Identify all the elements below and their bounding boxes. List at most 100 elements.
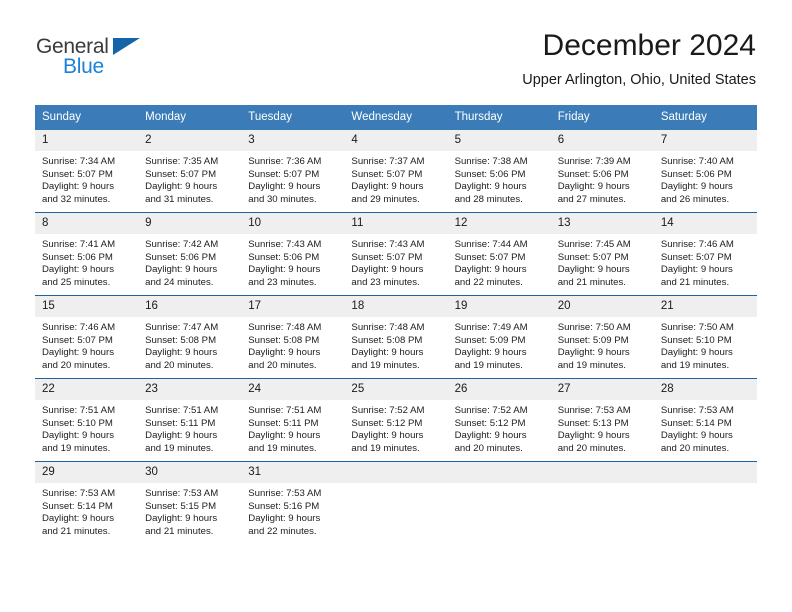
calendar-day-cell[interactable]: 26 Sunrise: 7:52 AM Sunset: 5:12 PM Dayl…	[447, 378, 551, 462]
daylight-text-line2: and 20 minutes.	[454, 442, 523, 454]
calendar-day-cell[interactable]: 13 Sunrise: 7:45 AM Sunset: 5:07 PM Dayl…	[550, 212, 654, 296]
generalblue-logo[interactable]: General Blue	[36, 36, 156, 84]
sunset-text: Sunset: 5:06 PM	[145, 251, 217, 263]
day-cell-content: 1 Sunrise: 7:34 AM Sunset: 5:07 PM Dayli…	[35, 130, 139, 212]
day-details: Sunrise: 7:36 AM Sunset: 5:07 PM Dayligh…	[241, 151, 344, 206]
calendar-day-cell[interactable]: 7 Sunrise: 7:40 AM Sunset: 5:06 PM Dayli…	[653, 130, 757, 213]
calendar-day-cell[interactable]: 24 Sunrise: 7:51 AM Sunset: 5:11 PM Dayl…	[241, 378, 345, 462]
calendar-day-cell[interactable]: 1 Sunrise: 7:34 AM Sunset: 5:07 PM Dayli…	[35, 130, 139, 213]
calendar-day-cell[interactable]: 29 Sunrise: 7:53 AM Sunset: 5:14 PM Dayl…	[35, 461, 139, 544]
day-number: 22	[35, 379, 139, 400]
day-details: Sunrise: 7:50 AM Sunset: 5:10 PM Dayligh…	[654, 317, 757, 372]
day-cell-content: 18 Sunrise: 7:48 AM Sunset: 5:08 PM Dayl…	[344, 296, 448, 378]
sunrise-text: Sunrise: 7:51 AM	[42, 405, 116, 416]
sunrise-text: Sunrise: 7:35 AM	[145, 156, 219, 167]
day-cell-content: 24 Sunrise: 7:51 AM Sunset: 5:11 PM Dayl…	[241, 379, 345, 461]
calendar-body: 1 Sunrise: 7:34 AM Sunset: 5:07 PM Dayli…	[35, 130, 757, 544]
calendar-day-cell[interactable]: 23 Sunrise: 7:51 AM Sunset: 5:11 PM Dayl…	[138, 378, 242, 462]
day-cell-content: 15 Sunrise: 7:46 AM Sunset: 5:07 PM Dayl…	[35, 296, 139, 378]
day-cell-content: 22 Sunrise: 7:51 AM Sunset: 5:10 PM Dayl…	[35, 379, 139, 461]
daylight-text-line2: and 31 minutes.	[145, 193, 214, 205]
sunrise-text: Sunrise: 7:46 AM	[660, 239, 734, 250]
day-cell-content: 20 Sunrise: 7:50 AM Sunset: 5:09 PM Dayl…	[550, 296, 654, 378]
calendar-day-cell[interactable]: 28 Sunrise: 7:53 AM Sunset: 5:14 PM Dayl…	[653, 378, 757, 462]
calendar-day-cell[interactable]: 16 Sunrise: 7:47 AM Sunset: 5:08 PM Dayl…	[138, 295, 242, 379]
logo-text-blue: Blue	[63, 55, 104, 78]
sunrise-text: Sunrise: 7:53 AM	[660, 405, 734, 416]
day-number: 21	[653, 296, 757, 317]
page-subtitle: Upper Arlington, Ohio, United States	[522, 72, 756, 88]
day-cell-content: 19 Sunrise: 7:49 AM Sunset: 5:09 PM Dayl…	[447, 296, 551, 378]
day-details: Sunrise: 7:53 AM Sunset: 5:16 PM Dayligh…	[241, 483, 344, 538]
day-number: 1	[35, 130, 139, 151]
sunset-text: Sunset: 5:07 PM	[248, 168, 320, 180]
day-number: 28	[653, 379, 757, 400]
day-cell-content: 29 Sunrise: 7:53 AM Sunset: 5:14 PM Dayl…	[35, 462, 139, 544]
calendar-day-cell[interactable]: 8 Sunrise: 7:41 AM Sunset: 5:06 PM Dayli…	[35, 212, 139, 296]
weekday-header-thursday: Thursday	[447, 105, 551, 130]
daylight-text-line2: and 25 minutes.	[42, 276, 111, 288]
daylight-text-line1: Daylight: 9 hours	[42, 513, 114, 525]
calendar-day-cell[interactable]: 25 Sunrise: 7:52 AM Sunset: 5:12 PM Dayl…	[344, 378, 448, 462]
daylight-text-line1: Daylight: 9 hours	[145, 264, 218, 276]
day-details: Sunrise: 7:37 AM Sunset: 5:07 PM Dayligh…	[344, 151, 447, 206]
daylight-text-line2: and 19 minutes.	[145, 442, 214, 454]
daylight-text-line2: and 21 minutes.	[660, 276, 730, 288]
daylight-text-line1: Daylight: 9 hours	[248, 264, 321, 276]
day-number: 7	[653, 130, 757, 151]
calendar-week-row: 15 Sunrise: 7:46 AM Sunset: 5:07 PM Dayl…	[35, 295, 757, 379]
calendar-day-cell-empty	[653, 461, 757, 544]
day-number: 11	[344, 213, 448, 234]
calendar-day-cell[interactable]: 18 Sunrise: 7:48 AM Sunset: 5:08 PM Dayl…	[344, 295, 448, 379]
day-cell-content: 8 Sunrise: 7:41 AM Sunset: 5:06 PM Dayli…	[35, 213, 139, 295]
calendar-day-cell[interactable]: 31 Sunrise: 7:53 AM Sunset: 5:16 PM Dayl…	[241, 461, 345, 544]
sunrise-text: Sunrise: 7:46 AM	[42, 322, 116, 333]
day-details: Sunrise: 7:53 AM Sunset: 5:14 PM Dayligh…	[35, 483, 138, 538]
calendar-day-cell[interactable]: 22 Sunrise: 7:51 AM Sunset: 5:10 PM Dayl…	[35, 378, 139, 462]
day-number-empty	[344, 462, 448, 483]
calendar-day-cell[interactable]: 20 Sunrise: 7:50 AM Sunset: 5:09 PM Dayl…	[550, 295, 654, 379]
day-number: 16	[138, 296, 242, 317]
calendar-day-cell[interactable]: 21 Sunrise: 7:50 AM Sunset: 5:10 PM Dayl…	[653, 295, 757, 379]
calendar-day-cell[interactable]: 4 Sunrise: 7:37 AM Sunset: 5:07 PM Dayli…	[344, 130, 448, 213]
day-number: 3	[241, 130, 345, 151]
sunset-text: Sunset: 5:14 PM	[660, 417, 732, 429]
calendar-day-cell[interactable]: 14 Sunrise: 7:46 AM Sunset: 5:07 PM Dayl…	[653, 212, 757, 296]
day-number: 12	[447, 213, 551, 234]
calendar-day-cell[interactable]: 5 Sunrise: 7:38 AM Sunset: 5:06 PM Dayli…	[447, 130, 551, 213]
day-details: Sunrise: 7:51 AM Sunset: 5:11 PM Dayligh…	[241, 400, 344, 455]
weekday-header-tuesday: Tuesday	[241, 105, 345, 130]
sunset-text: Sunset: 5:07 PM	[351, 168, 423, 180]
calendar-day-cell[interactable]: 27 Sunrise: 7:53 AM Sunset: 5:13 PM Dayl…	[550, 378, 654, 462]
daylight-text-line1: Daylight: 9 hours	[145, 513, 218, 525]
day-number-empty	[550, 462, 654, 483]
daylight-text-line2: and 23 minutes.	[351, 276, 420, 288]
day-number: 17	[241, 296, 345, 317]
sunrise-text: Sunrise: 7:53 AM	[42, 488, 116, 499]
daylight-text-line1: Daylight: 9 hours	[42, 430, 114, 442]
calendar-day-cell[interactable]: 2 Sunrise: 7:35 AM Sunset: 5:07 PM Dayli…	[138, 130, 242, 213]
calendar-day-cell[interactable]: 12 Sunrise: 7:44 AM Sunset: 5:07 PM Dayl…	[447, 212, 551, 296]
calendar-day-cell[interactable]: 3 Sunrise: 7:36 AM Sunset: 5:07 PM Dayli…	[241, 130, 345, 213]
sunset-text: Sunset: 5:06 PM	[42, 251, 113, 263]
day-number: 10	[241, 213, 345, 234]
day-cell-content: 9 Sunrise: 7:42 AM Sunset: 5:06 PM Dayli…	[138, 213, 242, 295]
daylight-text-line1: Daylight: 9 hours	[248, 430, 321, 442]
daylight-text-line1: Daylight: 9 hours	[42, 347, 114, 359]
day-cell-content: 28 Sunrise: 7:53 AM Sunset: 5:14 PM Dayl…	[653, 379, 757, 461]
daylight-text-line2: and 20 minutes.	[248, 359, 317, 371]
calendar-day-cell[interactable]: 30 Sunrise: 7:53 AM Sunset: 5:15 PM Dayl…	[138, 461, 242, 544]
calendar-day-cell[interactable]: 11 Sunrise: 7:43 AM Sunset: 5:07 PM Dayl…	[344, 212, 448, 296]
calendar-day-cell[interactable]: 6 Sunrise: 7:39 AM Sunset: 5:06 PM Dayli…	[550, 130, 654, 213]
calendar-day-cell[interactable]: 19 Sunrise: 7:49 AM Sunset: 5:09 PM Dayl…	[447, 295, 551, 379]
calendar-day-cell[interactable]: 15 Sunrise: 7:46 AM Sunset: 5:07 PM Dayl…	[35, 295, 139, 379]
daylight-text-line2: and 20 minutes.	[42, 359, 111, 371]
calendar-day-cell[interactable]: 10 Sunrise: 7:43 AM Sunset: 5:06 PM Dayl…	[241, 212, 345, 296]
calendar-day-cell[interactable]: 17 Sunrise: 7:48 AM Sunset: 5:08 PM Dayl…	[241, 295, 345, 379]
calendar-day-cell[interactable]: 9 Sunrise: 7:42 AM Sunset: 5:06 PM Dayli…	[138, 212, 242, 296]
daylight-text-line1: Daylight: 9 hours	[351, 430, 424, 442]
sunrise-text: Sunrise: 7:52 AM	[454, 405, 528, 416]
day-cell-content: 31 Sunrise: 7:53 AM Sunset: 5:16 PM Dayl…	[241, 462, 345, 544]
sunrise-text: Sunrise: 7:53 AM	[557, 405, 631, 416]
day-cell-content: 2 Sunrise: 7:35 AM Sunset: 5:07 PM Dayli…	[138, 130, 242, 212]
